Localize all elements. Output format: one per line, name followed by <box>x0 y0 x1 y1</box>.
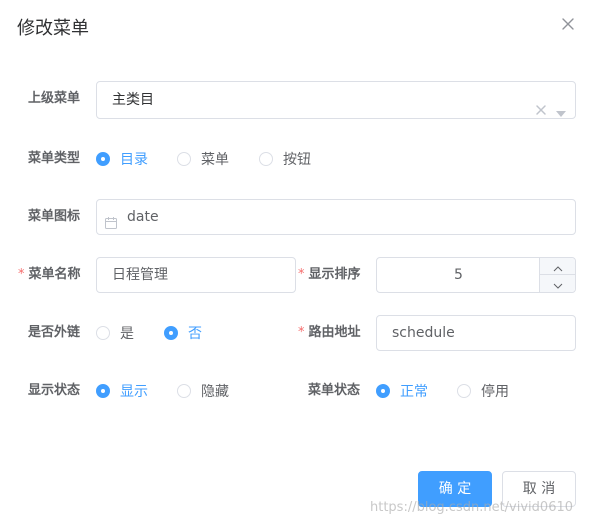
is-external-radio-yes[interactable]: 是 <box>96 323 134 343</box>
is-external-radio-no[interactable]: 否 <box>164 323 202 343</box>
clear-icon[interactable] <box>535 94 547 115</box>
display-order-value[interactable]: 5 <box>377 258 540 292</box>
display-status-label: 显示状态 <box>28 383 81 398</box>
required-mark: * <box>298 325 305 340</box>
radio-dot <box>164 326 178 340</box>
menu-icon-input[interactable]: date <box>96 199 576 235</box>
radio-dot <box>96 152 110 166</box>
increase-button[interactable] <box>539 258 575 275</box>
radio-dot <box>259 152 273 166</box>
route-path-value: schedule <box>392 325 455 341</box>
display-order-label: * 显示排序 <box>298 265 361 285</box>
radio-dot <box>177 152 191 166</box>
caret-down-icon[interactable] <box>555 96 567 117</box>
menu-type-label: 菜单类型 <box>28 151 81 166</box>
radio-dot <box>96 326 110 340</box>
parent-menu-select[interactable]: 主类目 <box>96 81 576 119</box>
required-mark: * <box>18 267 25 282</box>
chevron-up-icon <box>553 257 563 276</box>
chevron-down-icon <box>553 274 563 293</box>
calendar-icon <box>104 209 118 229</box>
parent-menu-value: 主类目 <box>112 92 154 108</box>
menu-type-radio-button[interactable]: 按钮 <box>259 149 311 169</box>
radio-label: 显示 <box>120 384 148 400</box>
radio-dot <box>177 384 191 398</box>
display-status-radio-show[interactable]: 显示 <box>96 381 148 401</box>
decrease-button[interactable] <box>539 275 575 292</box>
menu-type-radio-menu[interactable]: 菜单 <box>177 149 229 169</box>
menu-status-radio-normal[interactable]: 正常 <box>376 381 428 401</box>
radio-label: 隐藏 <box>201 384 229 400</box>
route-path-input[interactable]: schedule <box>376 315 576 351</box>
menu-name-value: 日程管理 <box>112 267 168 283</box>
close-icon[interactable] <box>559 15 577 33</box>
radio-label: 目录 <box>120 152 148 168</box>
radio-label: 正常 <box>400 384 428 400</box>
radio-label: 是 <box>120 326 134 342</box>
radio-label: 停用 <box>481 384 509 400</box>
route-path-label: * 路由地址 <box>298 323 361 343</box>
menu-name-label-text: 菜单名称 <box>28 267 81 282</box>
menu-status-radio-disabled[interactable]: 停用 <box>457 381 509 401</box>
required-mark: * <box>298 267 305 282</box>
display-status-radio-hide[interactable]: 隐藏 <box>177 381 229 401</box>
menu-type-radio-directory[interactable]: 目录 <box>96 149 148 169</box>
radio-dot <box>96 384 110 398</box>
menu-status-label: 菜单状态 <box>308 383 361 398</box>
menu-icon-label: 菜单图标 <box>28 209 81 224</box>
menu-name-label: * 菜单名称 <box>18 265 81 285</box>
parent-menu-label: 上级菜单 <box>28 91 81 106</box>
is-external-label: 是否外链 <box>28 325 81 340</box>
edit-menu-dialog: 修改菜单 上级菜单 主类目 菜单类型 目录 菜单 按钮 菜单图标 date * 菜… <box>0 0 592 526</box>
menu-icon-value: date <box>127 209 159 225</box>
radio-label: 否 <box>188 326 202 342</box>
menu-name-input[interactable]: 日程管理 <box>96 257 296 293</box>
radio-dot <box>376 384 390 398</box>
dialog-title: 修改菜单 <box>17 18 89 39</box>
display-order-stepper[interactable]: 5 <box>376 257 576 293</box>
watermark: https://blog.csdn.net/vivid0610 <box>370 500 574 515</box>
display-order-label-text: 显示排序 <box>308 267 361 282</box>
radio-label: 菜单 <box>201 152 229 168</box>
route-path-label-text: 路由地址 <box>308 325 361 340</box>
radio-dot <box>457 384 471 398</box>
radio-label: 按钮 <box>283 152 311 168</box>
